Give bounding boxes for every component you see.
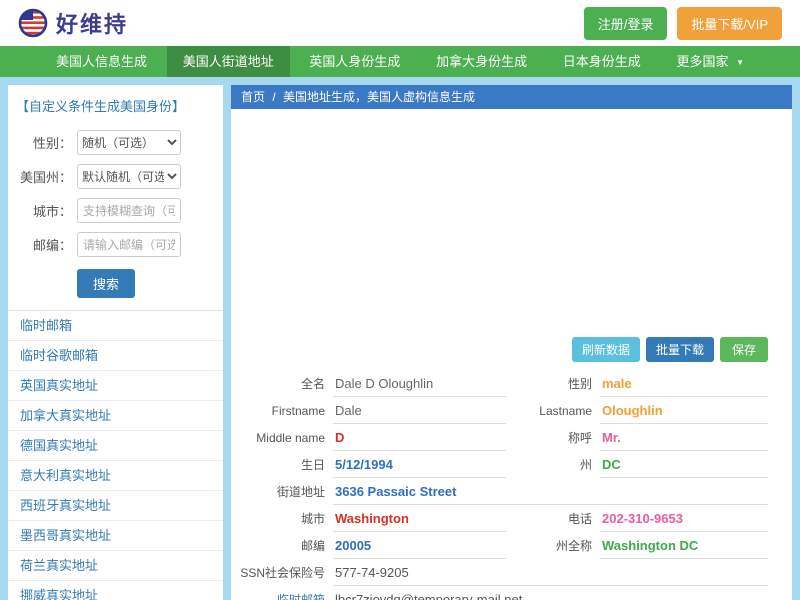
fullname-value: Dale D Oloughlin	[333, 371, 506, 397]
ssn-label: SSN社会保险号	[239, 564, 333, 581]
birthday-value: 5/12/1994	[333, 452, 506, 478]
sidebar-link-norway-address[interactable]: 挪威真实地址	[8, 581, 223, 600]
brand[interactable]: 好维持	[18, 7, 128, 39]
content-area: 【自定义条件生成美国身份】 性别： 随机（可选） 美国州： 默认随机（可选） 城…	[0, 77, 800, 600]
middlename-label: Middle name	[239, 431, 333, 445]
salutation-value: Mr.	[600, 425, 768, 451]
breadcrumb: 首页 / 美国地址生成，美国人虚构信息生成	[231, 85, 792, 109]
sidebar-link-italy-address[interactable]: 意大利真实地址	[8, 461, 223, 491]
sidebar-link-netherlands-address[interactable]: 荷兰真实地址	[8, 551, 223, 581]
nav-item-more-countries[interactable]: 更多国家 ▼	[660, 46, 760, 77]
city-label: 城市：	[8, 201, 72, 220]
city-input[interactable]	[77, 198, 181, 223]
nav-item-japan-identity[interactable]: 日本身份生成	[547, 46, 657, 77]
top-header: 好维持 注册/登录 批量下载/VIP	[0, 0, 800, 46]
temp-email-value: lbcr7zioydq@temporary-mail.net	[333, 587, 768, 600]
field-row: 全名 Dale D Oloughlin 性别 male	[231, 370, 792, 397]
field-row: 街道地址 3636 Passaic Street	[231, 478, 792, 505]
field-row: 邮编 20005 州全称 Washington DC	[231, 532, 792, 559]
sidebar-link-germany-address[interactable]: 德国真实地址	[8, 431, 223, 461]
breadcrumb-separator: /	[272, 90, 275, 104]
ssn-value: 577-74-9205	[333, 560, 768, 586]
firstname-value: Dale	[333, 398, 506, 424]
top-actions: 注册/登录 批量下载/VIP	[584, 7, 782, 40]
batch-download-button[interactable]: 批量下载	[646, 337, 714, 362]
state-abbr-label: 州	[506, 456, 600, 473]
state-abbr-value: DC	[600, 452, 768, 478]
main-panel: 首页 / 美国地址生成，美国人虚构信息生成 刷新数据 批量下载 保存 全名 Da…	[231, 85, 792, 600]
site-logo-text: 好维持	[56, 7, 128, 39]
lastname-value: Oloughlin	[600, 398, 768, 424]
zip-input[interactable]	[77, 232, 181, 257]
sidebar-link-canada-address[interactable]: 加拿大真实地址	[8, 401, 223, 431]
gender-field-label: 性别	[506, 375, 600, 392]
refresh-data-button[interactable]: 刷新数据	[572, 337, 640, 362]
sidebar-link-mexico-address[interactable]: 墨西哥真实地址	[8, 521, 223, 551]
street-address-label: 街道地址	[239, 483, 333, 500]
city-field-value: Washington	[333, 506, 506, 532]
nav-item-us-info[interactable]: 美国人信息生成	[40, 46, 163, 77]
field-row: 临时邮箱 lbcr7zioydq@temporary-mail.net	[231, 586, 792, 600]
state-select[interactable]: 默认随机（可选）	[77, 164, 181, 189]
field-row: 城市 Washington 电话 202-310-9653	[231, 505, 792, 532]
identity-fields: 全名 Dale D Oloughlin 性别 male Firstname Da…	[231, 370, 792, 600]
search-button[interactable]: 搜索	[77, 269, 135, 298]
flag-logo-icon	[18, 8, 48, 38]
sidebar-link-temp-gmail[interactable]: 临时谷歌邮箱	[8, 341, 223, 371]
sidebar: 【自定义条件生成美国身份】 性别： 随机（可选） 美国州： 默认随机（可选） 城…	[8, 85, 223, 600]
phone-value: 202-310-9653	[600, 506, 768, 532]
sidebar-link-uk-address[interactable]: 英国真实地址	[8, 371, 223, 401]
firstname-label: Firstname	[239, 404, 333, 418]
field-row: Middle name D 称呼 Mr.	[231, 424, 792, 451]
state-fullname-label: 州全称	[506, 537, 600, 554]
middlename-value: D	[333, 425, 506, 451]
result-toolbar: 刷新数据 批量下载 保存	[231, 331, 792, 370]
city-row: 城市：	[8, 198, 223, 223]
save-button[interactable]: 保存	[720, 337, 768, 362]
breadcrumb-home-link[interactable]: 首页	[241, 90, 265, 104]
zip-row: 邮编：	[8, 232, 223, 257]
sidebar-link-temp-mail[interactable]: 临时邮箱	[8, 311, 223, 341]
birthday-label: 生日	[239, 456, 333, 473]
gender-row: 性别： 随机（可选）	[8, 130, 223, 155]
lastname-label: Lastname	[506, 404, 600, 418]
field-row: Firstname Dale Lastname Oloughlin	[231, 397, 792, 424]
main-nav: 美国人信息生成 美国人街道地址 英国人身份生成 加拿大身份生成 日本身份生成 更…	[0, 46, 800, 77]
breadcrumb-path: 美国地址生成，美国人虚构信息生成	[283, 90, 475, 104]
sidebar-links: 临时邮箱 临时谷歌邮箱 英国真实地址 加拿大真实地址 德国真实地址 意大利真实地…	[8, 310, 223, 600]
batch-download-vip-button[interactable]: 批量下载/VIP	[677, 7, 782, 40]
salutation-label: 称呼	[506, 429, 600, 446]
state-label: 美国州：	[8, 167, 72, 186]
nav-item-canada-identity[interactable]: 加拿大身份生成	[420, 46, 543, 77]
chevron-down-icon: ▼	[736, 58, 744, 67]
temp-email-link-label[interactable]: 临时邮箱	[239, 591, 333, 600]
city-field-label: 城市	[239, 510, 333, 527]
field-row: 生日 5/12/1994 州 DC	[231, 451, 792, 478]
zip-field-value: 20005	[333, 533, 506, 559]
state-fullname-value: Washington DC	[600, 533, 768, 559]
sidebar-title: 【自定义条件生成美国身份】	[8, 85, 223, 128]
register-login-button[interactable]: 注册/登录	[584, 7, 668, 40]
phone-label: 电话	[506, 510, 600, 527]
nav-item-uk-identity[interactable]: 英国人身份生成	[293, 46, 416, 77]
nav-item-more-label: 更多国家	[676, 54, 728, 69]
field-row: SSN社会保险号 577-74-9205	[231, 559, 792, 586]
sidebar-link-spain-address[interactable]: 西班牙真实地址	[8, 491, 223, 521]
fullname-label: 全名	[239, 375, 333, 392]
zip-label: 邮编：	[8, 235, 72, 254]
street-address-value: 3636 Passaic Street	[333, 479, 768, 505]
search-form: 性别： 随机（可选） 美国州： 默认随机（可选） 城市： 邮编： 搜索	[8, 128, 223, 310]
state-row: 美国州： 默认随机（可选）	[8, 164, 223, 189]
zip-field-label: 邮编	[239, 537, 333, 554]
gender-field-value: male	[600, 371, 768, 397]
gender-label: 性别：	[8, 133, 72, 152]
nav-item-us-street-address[interactable]: 美国人街道地址	[167, 46, 290, 77]
map-area	[231, 109, 792, 331]
gender-select[interactable]: 随机（可选）	[77, 130, 181, 155]
